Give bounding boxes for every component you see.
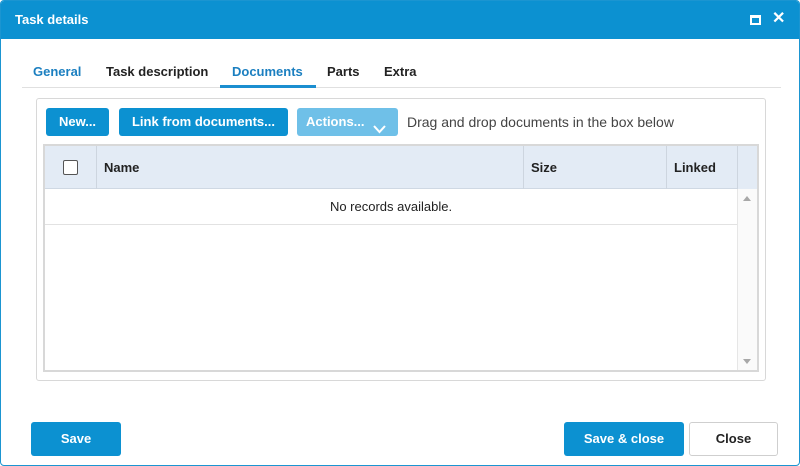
chevron-down-icon	[373, 116, 386, 144]
close-button[interactable]: Close	[689, 422, 778, 456]
scroll-down-icon[interactable]	[743, 359, 751, 364]
actions-label: Actions...	[306, 114, 365, 129]
documents-grid[interactable]: Name Size Linked No records available.	[43, 144, 759, 372]
new-document-button[interactable]: New...	[46, 108, 109, 136]
link-from-documents-button[interactable]: Link from documents...	[119, 108, 288, 136]
grid-scrollbar[interactable]	[737, 189, 757, 370]
scroll-up-icon[interactable]	[743, 196, 751, 201]
actions-dropdown-button[interactable]: Actions...	[297, 108, 398, 136]
column-linked[interactable]: Linked	[666, 146, 737, 189]
tab-extra[interactable]: Extra	[384, 61, 417, 88]
tab-task-description[interactable]: Task description	[106, 61, 208, 88]
drag-drop-hint: Drag and drop documents in the box below	[407, 114, 674, 130]
tab-bar: General Task description Documents Parts…	[22, 61, 781, 88]
no-records-message: No records available.	[45, 189, 737, 225]
select-all-checkbox[interactable]	[63, 160, 78, 175]
tab-documents[interactable]: Documents	[220, 61, 316, 88]
header-scroll-cap	[737, 146, 757, 189]
task-details-dialog: Task details ✕ General Task description …	[0, 0, 800, 466]
column-name[interactable]: Name	[96, 146, 523, 189]
save-button[interactable]: Save	[31, 422, 121, 456]
close-icon[interactable]: ✕	[772, 9, 785, 29]
save-and-close-button[interactable]: Save & close	[564, 422, 684, 456]
dialog-title: Task details	[15, 12, 89, 27]
column-size[interactable]: Size	[523, 146, 666, 189]
title-bar: Task details ✕	[1, 1, 799, 39]
tab-general[interactable]: General	[33, 61, 81, 88]
grid-header: Name Size Linked	[45, 146, 757, 189]
maximize-icon[interactable]	[750, 15, 761, 25]
tab-parts[interactable]: Parts	[327, 61, 360, 88]
